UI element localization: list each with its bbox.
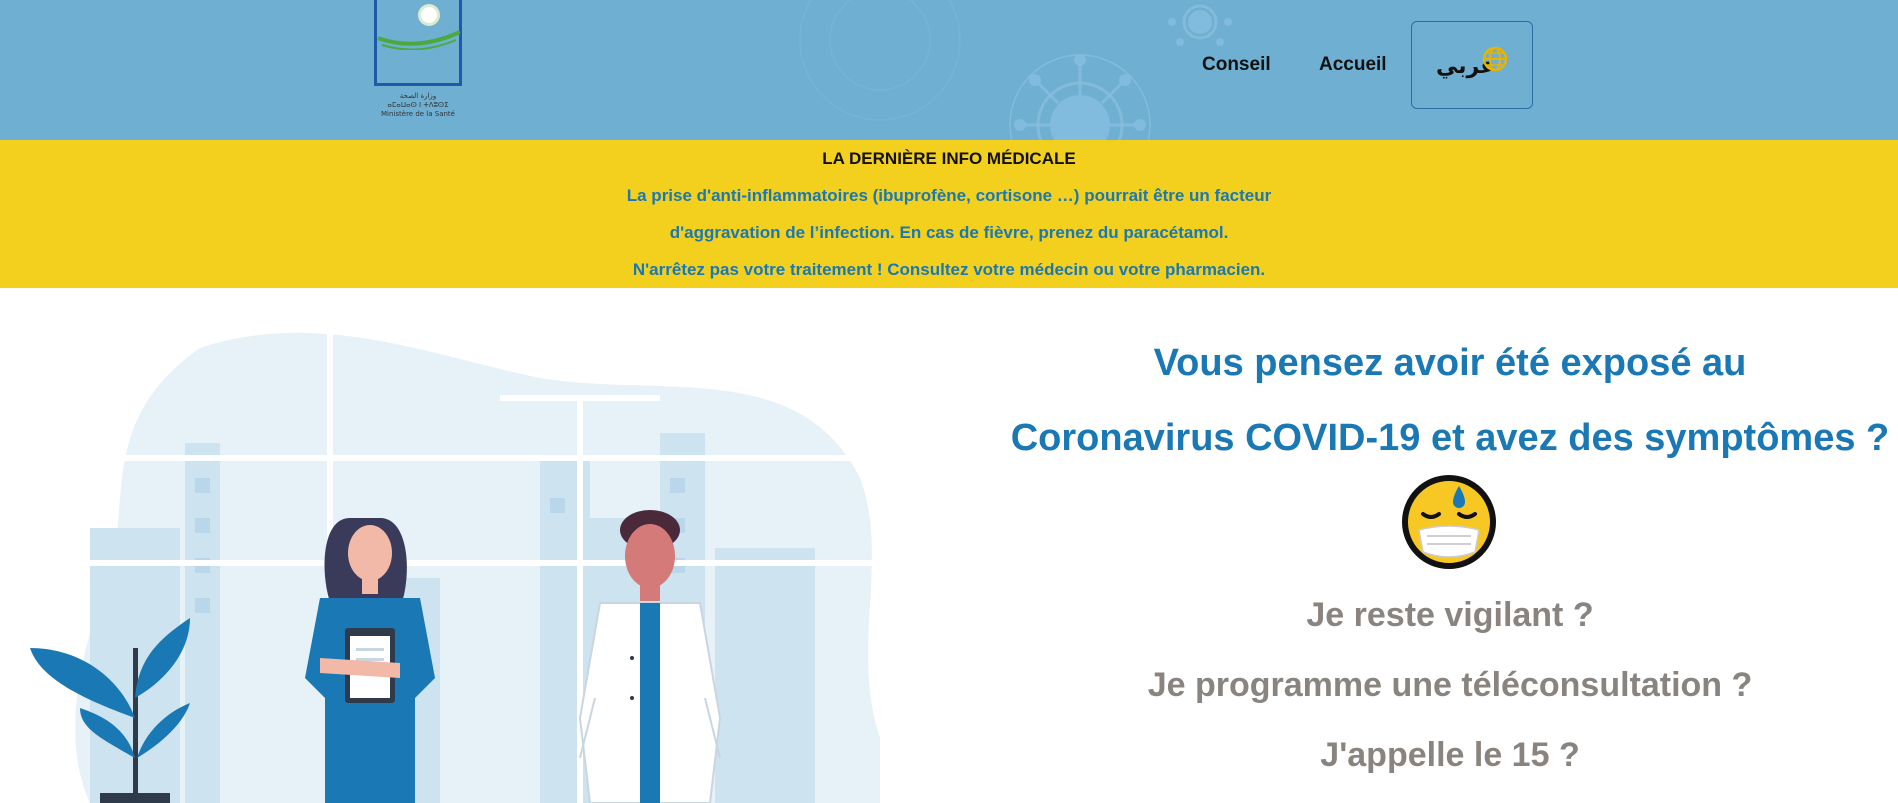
logo-emblem-icon [377,4,460,50]
logo-text-arabic: وزارة الصحة [399,92,437,100]
headline-line: Coronavirus COVID-19 et avez des symptôm… [1010,417,1890,459]
language-switch-button[interactable]: عربي [1411,21,1533,109]
site-header: وزارة الصحة ⴰⵎⴰⵡⴰⵙ ⵏ ⵜⴷⵓⵙⵉ Ministère de … [0,0,1898,140]
ministry-logo[interactable]: وزارة الصحة ⴰⵎⴰⵡⴰⵙ ⵏ ⵜⴷⵓⵙⵉ Ministère de … [366,0,470,126]
nav-conseil-link[interactable]: Conseil [1202,54,1271,76]
doctors-illustration [30,318,880,803]
banner-line: La prise d'anti-inflammatoires (ibuprofè… [626,186,1272,205]
question-teleconsultation: Je programme une téléconsultation ? [1147,666,1753,704]
masked-face-icon [1402,475,1496,569]
medical-info-banner: LA DERNIÈRE INFO MÉDICALE La prise d'ant… [0,140,1898,288]
headline-line: Vous pensez avoir été exposé au [1153,342,1747,384]
virus-background-icon [799,0,1232,140]
banner-line: N'arrêtez pas votre traitement ! Consult… [632,260,1266,279]
logo-caption: وزارة الصحة ⴰⵎⴰⵡⴰⵙ ⵏ ⵜⴷⵓⵙⵉ Ministère de … [366,92,470,119]
logo-text-tifinagh: ⴰⵎⴰⵡⴰⵙ ⵏ ⵜⴷⵓⵙⵉ [387,101,449,109]
question-vigilant: Je reste vigilant ? [1306,596,1594,634]
banner-title: LA DERNIÈRE INFO MÉDICALE [822,149,1076,168]
nav-accueil-link[interactable]: Accueil [1319,54,1387,76]
question-call-15: J'appelle le 15 ? [1320,736,1580,774]
banner-line: d'aggravation de l’infection. En cas de … [669,223,1229,242]
globe-icon [1482,46,1508,72]
logo-text-french: Ministère de la Santé [381,110,455,118]
